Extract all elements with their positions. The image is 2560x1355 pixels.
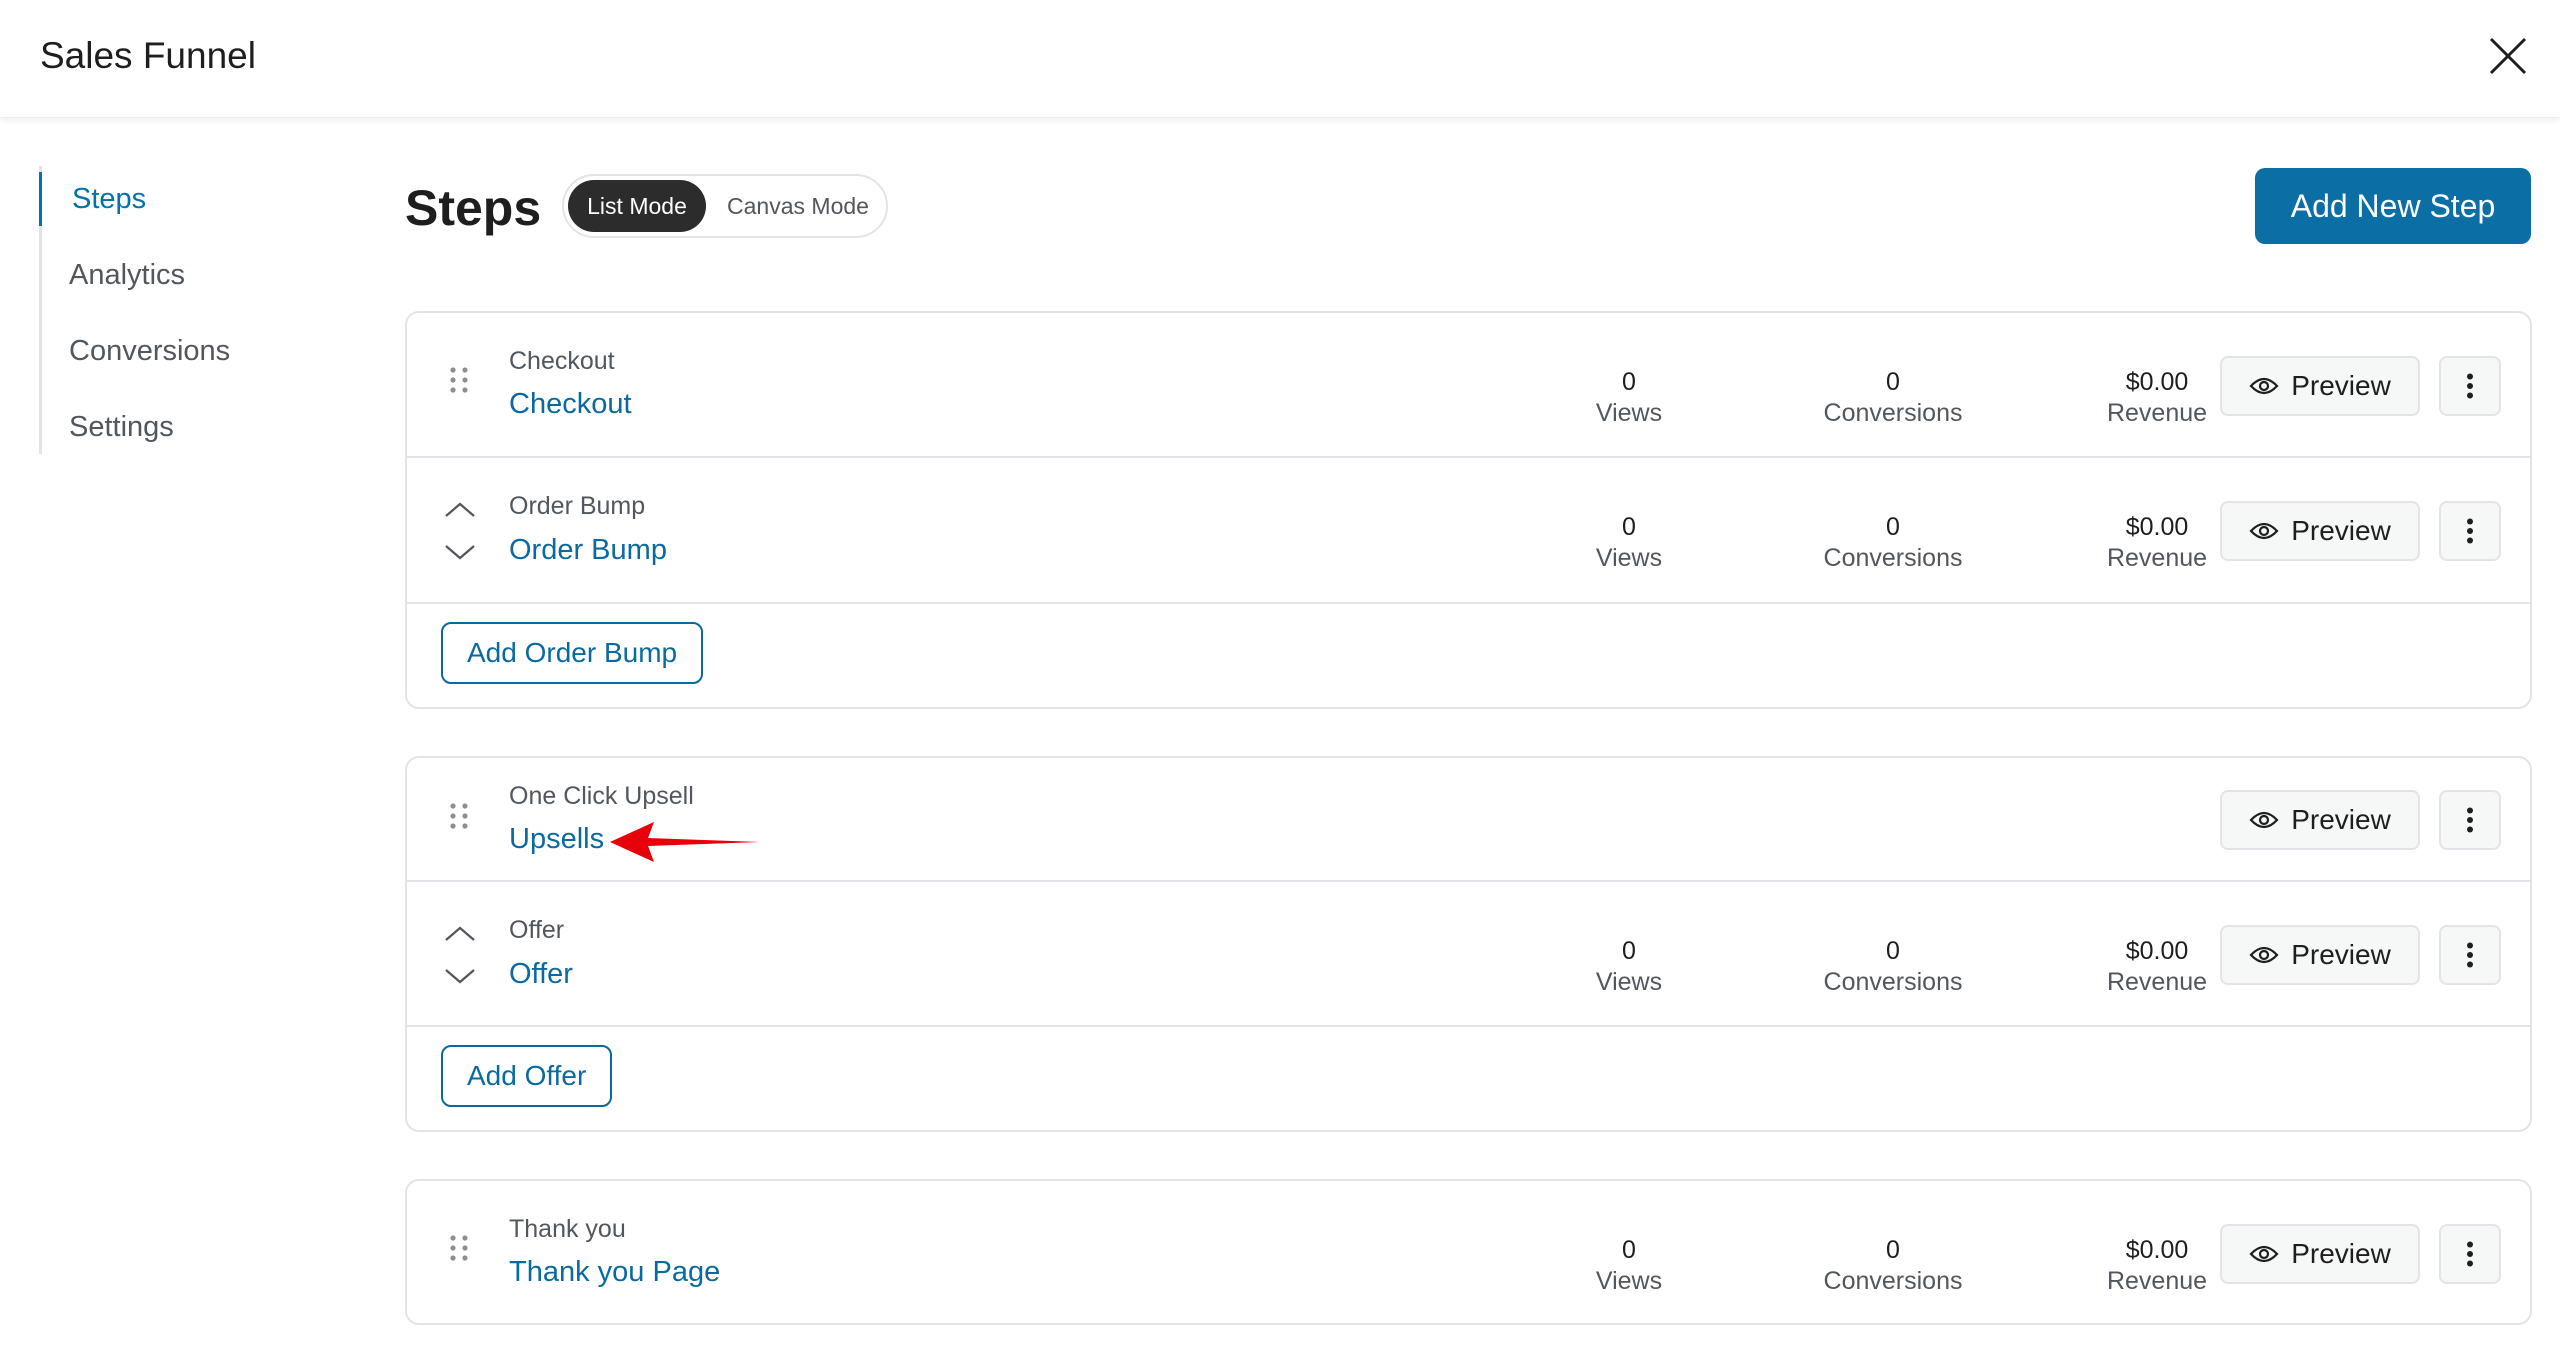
- mode-toggle: List Mode Canvas Mode: [562, 174, 888, 238]
- step-row: Checkout Checkout 0 Views 0 Conversions …: [407, 313, 2530, 458]
- preview-button[interactable]: Preview: [2220, 356, 2420, 416]
- step-name-link[interactable]: Thank you Page: [509, 1255, 720, 1289]
- drag-handle-icon[interactable]: [447, 365, 471, 395]
- sidebar-item-settings[interactable]: Settings: [39, 400, 339, 454]
- preview-label: Preview: [2291, 370, 2391, 401]
- conversions-count: 0: [1886, 1236, 1900, 1264]
- substep-row: Offer Offer 0 Views 0 Conversions $0.00 …: [407, 882, 2530, 1027]
- step-card-thank-you: Thank you Thank you Page 0 Views 0 Conve…: [405, 1179, 2532, 1325]
- preview-button[interactable]: Preview: [2220, 1224, 2420, 1284]
- step-name-link[interactable]: Order Bump: [509, 533, 667, 567]
- preview-label: Preview: [2291, 1238, 2391, 1269]
- add-offer-button[interactable]: Add Offer: [441, 1045, 613, 1107]
- reorder-arrows: [445, 926, 475, 984]
- more-vertical-icon: [2467, 1241, 2473, 1267]
- more-options-button[interactable]: [2439, 790, 2501, 850]
- add-order-bump-button[interactable]: Add Order Bump: [441, 622, 704, 684]
- views-count: 0: [1622, 1236, 1636, 1264]
- conversions-metric: 0 Conversions: [1783, 1235, 2003, 1297]
- step-name-link[interactable]: Offer: [509, 957, 573, 991]
- more-vertical-icon: [2467, 807, 2473, 833]
- close-icon: [2489, 37, 2527, 75]
- views-metric: 0 Views: [1519, 936, 1739, 998]
- step-card-upsell: One Click Upsell Upsells Preview Offer O…: [405, 756, 2532, 1132]
- step-type-label: Checkout: [509, 347, 615, 375]
- conversions-count: 0: [1886, 368, 1900, 396]
- sidebar-item-steps[interactable]: Steps: [39, 172, 339, 226]
- preview-button[interactable]: Preview: [2220, 501, 2420, 561]
- more-options-button[interactable]: [2439, 356, 2501, 416]
- eye-icon: [2249, 811, 2279, 829]
- page-title: Sales Funnel: [40, 35, 256, 76]
- eye-icon: [2249, 946, 2279, 964]
- sidebar-item-analytics[interactable]: Analytics: [39, 248, 339, 302]
- step-row: Thank you Thank you Page 0 Views 0 Conve…: [407, 1181, 2530, 1323]
- preview-label: Preview: [2291, 515, 2391, 546]
- close-button[interactable]: [2482, 30, 2534, 82]
- step-name-link[interactable]: Checkout: [509, 387, 632, 421]
- conversions-label: Conversions: [1823, 399, 1963, 427]
- conversions-metric: 0 Conversions: [1783, 936, 2003, 998]
- more-vertical-icon: [2467, 373, 2473, 399]
- modal-header: Sales Funnel: [0, 0, 2560, 118]
- more-options-button[interactable]: [2439, 925, 2501, 985]
- conversions-metric: 0 Conversions: [1783, 367, 2003, 429]
- views-metric: 0 Views: [1519, 1235, 1739, 1297]
- chevron-down-icon: [445, 545, 475, 560]
- conversions-label: Conversions: [1823, 1267, 1963, 1295]
- views-label: Views: [1595, 1267, 1663, 1295]
- conversions-metric: 0 Conversions: [1783, 512, 2003, 574]
- views-label: Views: [1595, 399, 1663, 427]
- step-card-checkout: Checkout Checkout 0 Views 0 Conversions …: [405, 311, 2532, 709]
- conversions-label: Conversions: [1823, 544, 1963, 572]
- preview-label: Preview: [2291, 804, 2391, 835]
- step-type-label: Thank you: [509, 1215, 626, 1243]
- conversions-count: 0: [1886, 937, 1900, 965]
- steps-heading: Steps: [405, 180, 542, 236]
- step-type-label: Order Bump: [509, 492, 646, 520]
- sidebar-nav: Steps Analytics Conversions Settings: [39, 166, 339, 454]
- step-type-label: Offer: [509, 916, 565, 944]
- views-metric: 0 Views: [1519, 512, 1739, 574]
- conversions-label: Conversions: [1823, 968, 1963, 996]
- reorder-arrows: [445, 502, 475, 560]
- more-options-button[interactable]: [2439, 1224, 2501, 1284]
- preview-label: Preview: [2291, 939, 2391, 970]
- views-count: 0: [1622, 513, 1636, 541]
- eye-icon: [2249, 1245, 2279, 1263]
- more-vertical-icon: [2467, 942, 2473, 968]
- sidebar-item-conversions[interactable]: Conversions: [39, 324, 339, 378]
- views-label: Views: [1595, 544, 1663, 572]
- annotation-arrow-icon: [610, 822, 760, 862]
- chevron-up-icon: [445, 502, 475, 517]
- chevron-up-icon: [445, 926, 475, 941]
- substep-row: Order Bump Order Bump 0 Views 0 Conversi…: [407, 458, 2530, 604]
- more-options-button[interactable]: [2439, 501, 2501, 561]
- step-type-label: One Click Upsell: [509, 782, 694, 810]
- views-count: 0: [1622, 368, 1636, 396]
- views-metric: 0 Views: [1519, 367, 1739, 429]
- eye-icon: [2249, 522, 2279, 540]
- add-new-step-button[interactable]: Add New Step: [2255, 168, 2531, 244]
- preview-button[interactable]: Preview: [2220, 925, 2420, 985]
- preview-button[interactable]: Preview: [2220, 790, 2420, 850]
- drag-handle-icon[interactable]: [447, 1233, 471, 1263]
- step-name-link[interactable]: Upsells: [509, 822, 604, 856]
- list-mode-button[interactable]: List Mode: [568, 180, 706, 232]
- conversions-count: 0: [1886, 513, 1900, 541]
- chevron-down-icon: [445, 969, 475, 984]
- views-label: Views: [1595, 968, 1663, 996]
- drag-handle-icon[interactable]: [447, 801, 471, 831]
- canvas-mode-button[interactable]: Canvas Mode: [712, 180, 884, 232]
- eye-icon: [2249, 377, 2279, 395]
- views-count: 0: [1622, 937, 1636, 965]
- more-vertical-icon: [2467, 518, 2473, 544]
